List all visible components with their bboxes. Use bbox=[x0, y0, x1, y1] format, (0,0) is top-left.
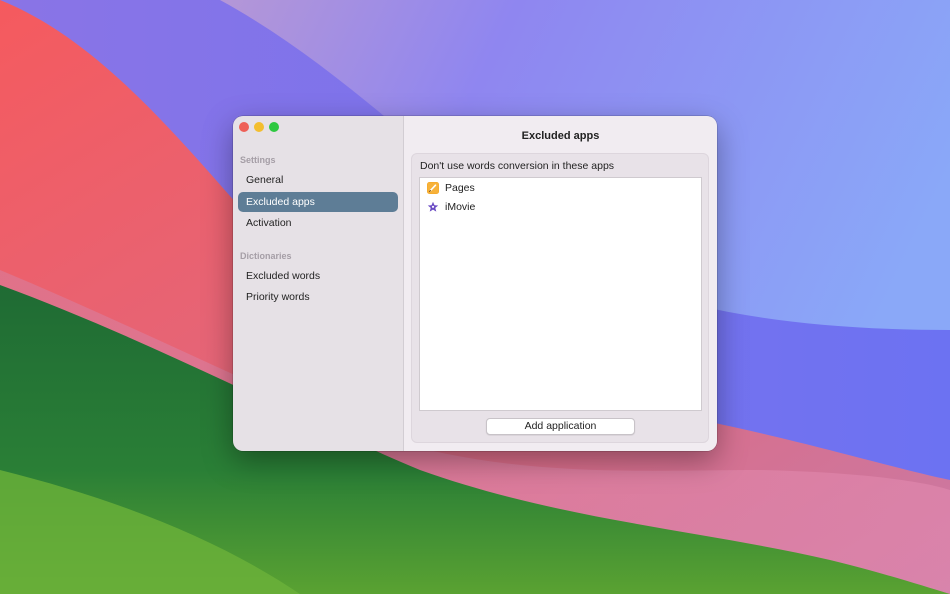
section-header-settings: Settings bbox=[240, 155, 276, 165]
page-title: Excluded apps bbox=[521, 130, 600, 142]
window-controls bbox=[239, 122, 279, 132]
list-item[interactable]: iMovie bbox=[427, 199, 475, 215]
sidebar: Settings General Excluded apps Activatio… bbox=[233, 116, 404, 451]
zoom-button[interactable] bbox=[269, 122, 279, 132]
imovie-star-icon bbox=[427, 201, 439, 213]
app-name: iMovie bbox=[445, 201, 476, 213]
section-header-dictionaries: Dictionaries bbox=[240, 251, 292, 261]
preferences-window: Settings General Excluded apps Activatio… bbox=[233, 116, 717, 451]
pages-icon bbox=[427, 182, 439, 194]
sidebar-item-excluded-apps[interactable]: Excluded apps bbox=[238, 192, 398, 212]
sidebar-item-priority-words[interactable]: Priority words bbox=[238, 287, 398, 307]
sidebar-item-general[interactable]: General bbox=[238, 170, 398, 190]
list-item[interactable]: Pages bbox=[427, 180, 475, 196]
main-content: Excluded apps Don't use words conversion… bbox=[404, 116, 717, 451]
sidebar-item-activation[interactable]: Activation bbox=[238, 213, 398, 233]
app-name: Pages bbox=[445, 182, 475, 194]
sidebar-item-excluded-words[interactable]: Excluded words bbox=[238, 266, 398, 286]
group-label: Don't use words conversion in these apps bbox=[420, 160, 615, 172]
excluded-apps-group: Don't use words conversion in these apps… bbox=[411, 153, 709, 443]
add-application-button[interactable]: Add application bbox=[486, 418, 635, 435]
minimize-button[interactable] bbox=[254, 122, 264, 132]
app-list[interactable]: Pages iMovie bbox=[419, 177, 702, 411]
close-button[interactable] bbox=[239, 122, 249, 132]
